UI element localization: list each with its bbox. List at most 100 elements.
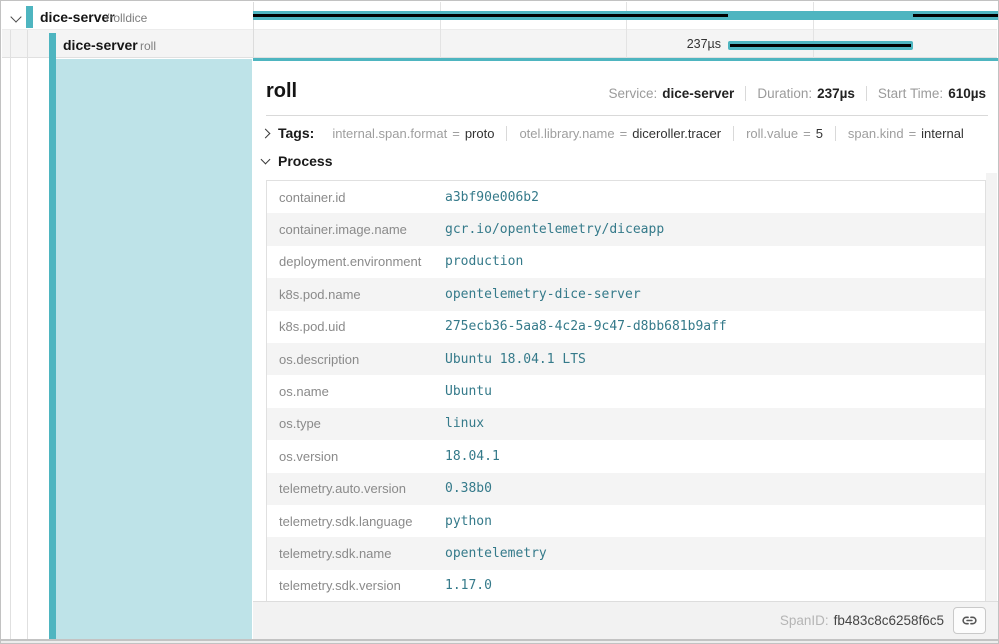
overview-label: Service: (608, 86, 657, 101)
process-key: container.id (267, 190, 445, 205)
table-row: os.version 18.04.1 (267, 440, 985, 472)
process-value: 18.04.1 (445, 449, 500, 464)
process-value: linux (445, 416, 484, 431)
process-key: telemetry.sdk.language (267, 514, 445, 529)
table-row: deployment.environment production (267, 246, 985, 278)
tag-key: otel.library.name (519, 126, 614, 141)
tag-item: internal.span.format = proto (320, 126, 506, 141)
table-row: container.id a3bf90e006b2 (267, 181, 985, 213)
overview-label: Start Time: (878, 86, 943, 101)
process-value: opentelemetry (445, 546, 547, 561)
process-key: os.type (267, 416, 445, 431)
tag-value: diceroller.tracer (632, 126, 721, 141)
table-row: telemetry.sdk.name opentelemetry (267, 537, 985, 569)
process-header-label: Process (278, 153, 332, 169)
table-row: os.type linux (267, 408, 985, 440)
process-key: telemetry.sdk.name (267, 546, 445, 561)
process-key-value-table: container.id a3bf90e006b2 container.imag… (266, 180, 986, 603)
tag-value: 5 (816, 126, 823, 141)
tag-key: roll.value (746, 126, 798, 141)
copy-link-button[interactable] (953, 607, 986, 634)
table-row: telemetry.sdk.language python (267, 505, 985, 537)
spanid-value: fb483c8c6258f6c5 (834, 613, 944, 628)
table-row: container.image.name gcr.io/opentelemetr… (267, 213, 985, 245)
process-accordion-header[interactable]: Process (262, 153, 332, 169)
process-value: 275ecb36-5aa8-4c2a-9c47-d8bb681b9aff (445, 319, 727, 334)
tag-equals: = (620, 126, 628, 141)
overview-value: 610µs (948, 86, 986, 101)
span-duration-label: 237µs (616, 37, 721, 51)
tag-item: roll.value = 5 (733, 126, 835, 141)
table-row: telemetry.auto.version 0.38b0 (267, 473, 985, 505)
process-key: os.description (267, 352, 445, 367)
tag-key: span.kind (848, 126, 904, 141)
overview-item: Service: dice-server (597, 86, 745, 101)
span-child-marker (253, 14, 728, 17)
process-value: 1.17.0 (445, 578, 492, 593)
span-overview: Service: dice-server Duration: 237µs Sta… (597, 86, 986, 101)
overview-value: 237µs (817, 86, 855, 101)
span-color-bar (26, 6, 33, 28)
process-key: os.name (267, 384, 445, 399)
table-row: k8s.pod.uid 275ecb36-5aa8-4c2a-9c47-d8bb… (267, 311, 985, 343)
tags-list: internal.span.format = proto otel.librar… (320, 126, 976, 141)
chevron-down-icon (261, 155, 271, 165)
span-detail-title: roll (266, 80, 297, 103)
header-divider (266, 115, 988, 116)
overview-item: Start Time: 610µs (866, 86, 986, 101)
process-value: Ubuntu (445, 384, 492, 399)
spanid-label: SpanID: (780, 613, 829, 628)
tags-header-label: Tags: (278, 125, 314, 141)
tag-item: span.kind = internal (835, 126, 976, 141)
process-value: opentelemetry-dice-server (445, 287, 641, 302)
jaeger-trace-view: dice-server /rolldice dice-server roll 2… (0, 0, 999, 644)
overview-item: Duration: 237µs (745, 86, 866, 101)
process-value: python (445, 514, 492, 529)
tag-value: internal (921, 126, 964, 141)
table-row: os.name Ubuntu (267, 375, 985, 407)
process-key: deployment.environment (267, 254, 445, 269)
process-value: production (445, 254, 523, 269)
process-value: Ubuntu 18.04.1 LTS (445, 352, 586, 367)
span-operation-name[interactable]: roll (140, 39, 156, 53)
tag-item: otel.library.name = diceroller.tracer (506, 126, 733, 141)
tag-key: internal.span.format (332, 126, 447, 141)
tree-guide-line (10, 30, 11, 58)
process-value: 0.38b0 (445, 481, 492, 496)
process-value: gcr.io/opentelemetry/diceapp (445, 222, 664, 237)
page-background-strip (1, 641, 998, 643)
span-operation-name[interactable]: /rolldice (106, 11, 147, 25)
selected-span-highlight (56, 59, 252, 639)
tags-accordion-header[interactable]: Tags: internal.span.format = proto otel.… (262, 125, 976, 141)
span-bar-rolldice[interactable] (253, 11, 998, 20)
process-key: k8s.pod.name (267, 287, 445, 302)
tree-guide-line (27, 30, 28, 58)
process-key: k8s.pod.uid (267, 319, 445, 334)
span-child-marker (913, 14, 998, 17)
table-row: os.description Ubuntu 18.04.1 LTS (267, 343, 985, 375)
overview-value: dice-server (662, 86, 734, 101)
link-icon (961, 612, 978, 629)
process-key: telemetry.sdk.version (267, 578, 445, 593)
process-key: os.version (267, 449, 445, 464)
span-child-marker (730, 44, 911, 47)
table-row: k8s.pod.name opentelemetry-dice-server (267, 278, 985, 310)
span-bar-roll[interactable] (728, 41, 913, 50)
span-service-name[interactable]: dice-server (63, 37, 138, 53)
tag-equals: = (909, 126, 917, 141)
tree-guide-line (27, 58, 28, 639)
tree-guide-line (10, 58, 11, 639)
span-detail-footer: SpanID: fb483c8c6258f6c5 (253, 601, 998, 639)
scrollbar-track[interactable] (986, 173, 997, 639)
span-service-name[interactable]: dice-server (40, 9, 115, 25)
tag-value: proto (465, 126, 495, 141)
overview-label: Duration: (757, 86, 812, 101)
process-key: telemetry.auto.version (267, 481, 445, 496)
span-detail-panel: roll Service: dice-server Duration: 237µ… (253, 58, 998, 639)
chevron-down-icon[interactable] (10, 11, 21, 22)
tag-equals: = (452, 126, 460, 141)
tag-equals: = (803, 126, 811, 141)
process-key: container.image.name (267, 222, 445, 237)
table-row: telemetry.sdk.version 1.17.0 (267, 570, 985, 602)
process-value: a3bf90e006b2 (445, 190, 539, 205)
